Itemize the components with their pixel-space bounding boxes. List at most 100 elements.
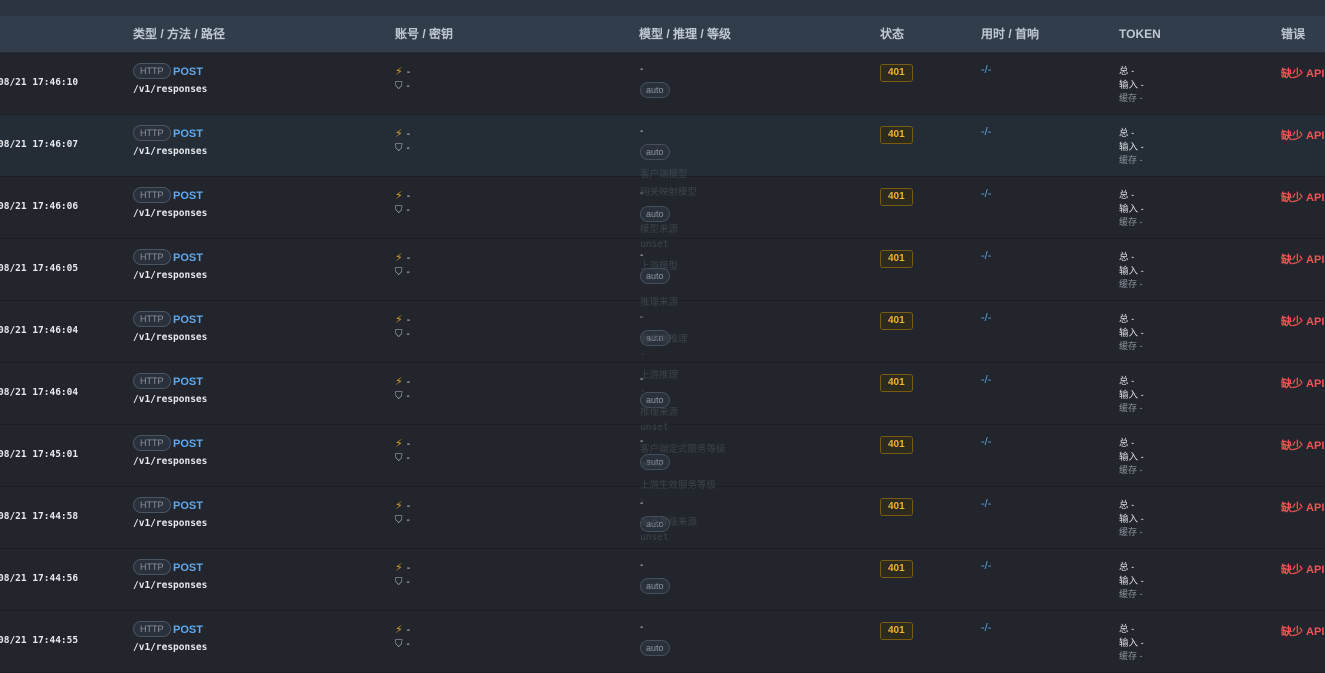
account-value: ⚡ -: [395, 190, 411, 202]
request-type-badge: HTTP: [133, 125, 171, 141]
reasoning-badge[interactable]: auto: [640, 82, 670, 98]
lightning-icon: ⚡: [395, 190, 403, 202]
table-row[interactable]: 08/21 17:44:56 HTTP POST /v1/responses ⚡…: [0, 549, 1325, 611]
error-message[interactable]: 缺少 API: [1281, 499, 1324, 515]
error-message[interactable]: 缺少 API: [1281, 127, 1324, 143]
lightning-icon: ⚡: [395, 66, 403, 78]
request-path: /v1/responses: [133, 642, 208, 653]
tooltip-line: 推理来源: [640, 406, 679, 418]
token-cache: 缓存 -: [1119, 279, 1143, 289]
request-method: POST: [173, 624, 203, 636]
header-account[interactable]: 账号 / 密钥: [395, 16, 453, 52]
request-path: /v1/responses: [133, 456, 208, 467]
account-value: ⚡ -: [395, 66, 411, 78]
tooltip-line: unset: [640, 422, 669, 434]
request-path: /v1/responses: [133, 518, 208, 529]
token-input: 输入 -: [1119, 266, 1144, 277]
token-input: 输入 -: [1119, 328, 1144, 339]
model-value: -: [640, 622, 644, 633]
error-message[interactable]: 缺少 API: [1281, 375, 1324, 391]
request-path: /v1/responses: [133, 394, 208, 405]
token-total: 总 -: [1119, 562, 1135, 573]
token-cache: 缓存 -: [1119, 527, 1143, 537]
request-time: 08/21 17:46:05: [0, 263, 79, 274]
request-type-badge: HTTP: [133, 559, 171, 575]
token-input: 输入 -: [1119, 204, 1144, 215]
table-row[interactable]: 08/21 17:44:55 HTTP POST /v1/responses ⚡…: [0, 611, 1325, 673]
error-message[interactable]: 缺少 API: [1281, 623, 1324, 639]
header-error[interactable]: 错误: [1281, 16, 1305, 52]
reasoning-badge[interactable]: auto: [640, 640, 670, 656]
tooltip-line: 上游生效服务等级: [640, 480, 717, 492]
request-method: POST: [173, 500, 203, 512]
request-type-badge: HTTP: [133, 63, 171, 79]
request-type-badge: HTTP: [133, 249, 171, 265]
request-log-table: 08/21 17:46:10 HTTP POST /v1/responses ⚡…: [0, 53, 1325, 673]
account-value: ⚡ -: [395, 562, 411, 574]
model-value: -: [640, 560, 644, 571]
timing-value: -/-: [981, 312, 992, 324]
table-row[interactable]: 08/21 17:46:10 HTTP POST /v1/responses ⚡…: [0, 53, 1325, 115]
error-message[interactable]: 缺少 API: [1281, 313, 1324, 329]
tooltip-line: 上游模型: [640, 260, 679, 272]
request-path: /v1/responses: [133, 332, 208, 343]
shield-icon: ⛉: [395, 391, 403, 402]
tooltip-line: auto: [640, 458, 663, 470]
error-message[interactable]: 缺少 API: [1281, 437, 1324, 453]
request-type-badge: HTTP: [133, 187, 171, 203]
tooltip-line: -: [640, 275, 646, 287]
shield-icon: ⛉: [395, 453, 403, 464]
shield-icon: ⛉: [395, 329, 403, 340]
key-value: ⛉ -: [395, 81, 410, 92]
token-cache: 缓存 -: [1119, 589, 1143, 599]
key-value: ⛉ -: [395, 205, 410, 216]
key-value: ⛉ -: [395, 329, 410, 340]
header-model[interactable]: 模型 / 推理 / 等级: [639, 16, 731, 52]
token-total: 总 -: [1119, 438, 1135, 449]
header-type[interactable]: 类型 / 方法 / 路径: [133, 16, 225, 52]
reasoning-badge[interactable]: auto: [640, 144, 670, 160]
token-total: 总 -: [1119, 500, 1135, 511]
key-value: ⛉ -: [395, 453, 410, 464]
error-message[interactable]: 缺少 API: [1281, 189, 1324, 205]
status-badge: 401: [880, 188, 913, 206]
tooltip-line: unset: [640, 239, 669, 251]
shield-icon: ⛉: [395, 143, 403, 154]
token-cache: 缓存 -: [1119, 217, 1143, 227]
tooltip-line: 客户端推理: [640, 333, 688, 345]
request-time: 08/21 17:46:07: [0, 139, 79, 150]
token-input: 输入 -: [1119, 638, 1144, 649]
key-value: ⛉ -: [395, 515, 410, 526]
shield-icon: ⛉: [395, 577, 403, 588]
status-badge: 401: [880, 498, 913, 516]
reasoning-badge[interactable]: auto: [640, 578, 670, 594]
tooltip-line: 上游推理: [640, 370, 679, 382]
tooltip-line: 服务等级来源: [640, 516, 698, 528]
token-total: 总 -: [1119, 66, 1135, 77]
request-path: /v1/responses: [133, 208, 208, 219]
request-path: /v1/responses: [133, 84, 208, 95]
account-value: ⚡ -: [395, 128, 411, 140]
error-message[interactable]: 缺少 API: [1281, 561, 1324, 577]
token-input: 输入 -: [1119, 142, 1144, 153]
header-status[interactable]: 状态: [880, 16, 904, 52]
error-message[interactable]: 缺少 API: [1281, 251, 1324, 267]
token-total: 总 -: [1119, 128, 1135, 139]
status-badge: 401: [880, 436, 913, 454]
timing-value: -/-: [981, 436, 992, 448]
key-value: ⛉ -: [395, 267, 410, 278]
request-method: POST: [173, 252, 203, 264]
token-cache: 缓存 -: [1119, 465, 1143, 475]
header-timing[interactable]: 用时 / 首响: [981, 16, 1039, 52]
status-badge: 401: [880, 64, 913, 82]
tooltip-line: 模型来源: [640, 223, 679, 235]
header-token[interactable]: TOKEN: [1119, 16, 1161, 52]
token-input: 输入 -: [1119, 80, 1144, 91]
token-total: 总 -: [1119, 314, 1135, 325]
lightning-icon: ⚡: [395, 376, 403, 388]
error-message[interactable]: 缺少 API: [1281, 65, 1324, 81]
tooltip-line: 客户端模型: [640, 169, 688, 180]
request-method: POST: [173, 128, 203, 140]
account-value: ⚡ -: [395, 624, 411, 636]
request-time: 08/21 17:46:04: [0, 325, 79, 336]
